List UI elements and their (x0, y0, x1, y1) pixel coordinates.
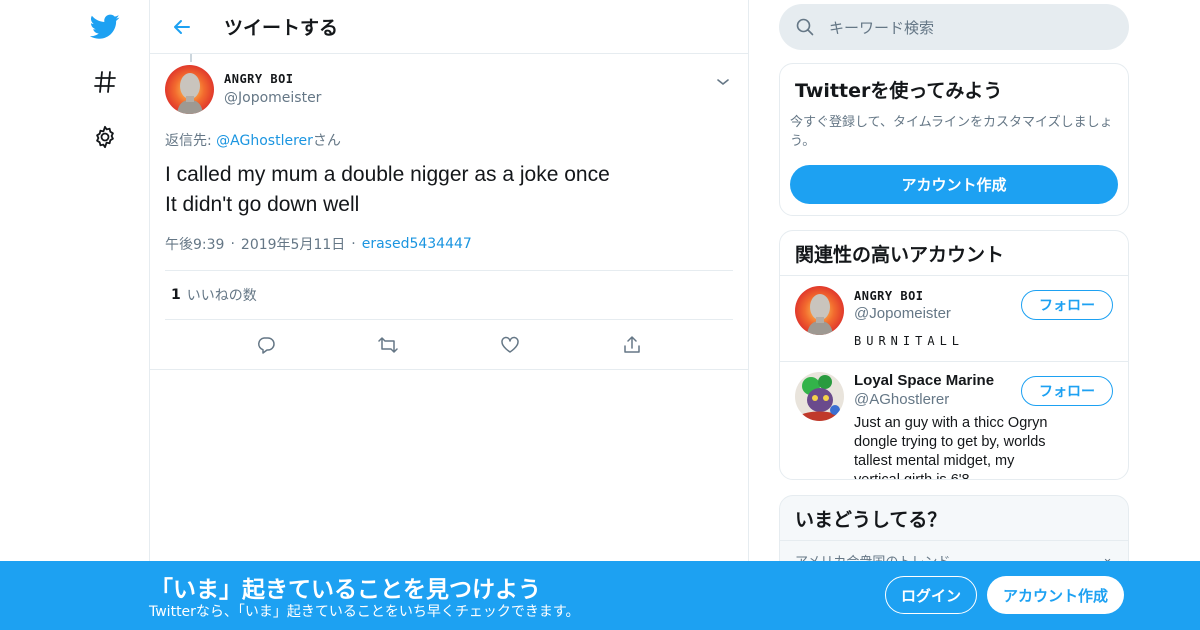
create-account-button[interactable]: アカウント作成 (790, 165, 1118, 204)
avatar[interactable] (795, 372, 844, 421)
reply-suffix: さん (312, 133, 341, 149)
follow-button[interactable]: フォロー (1021, 376, 1113, 406)
meta-separator: · (230, 236, 235, 252)
signup-button[interactable]: アカウント作成 (987, 576, 1124, 614)
tweet-stats[interactable]: 1 いいねの数 (165, 270, 733, 320)
signup-title: Twitterを使ってみよう (795, 80, 1003, 102)
share-icon[interactable] (612, 325, 652, 365)
tweet-text: I called my mum a double nigger as a jok… (165, 160, 733, 220)
divider (150, 369, 748, 370)
reply-icon[interactable] (246, 325, 286, 365)
main-header: ツイートする (150, 0, 748, 54)
thread-line (190, 54, 192, 62)
hashtag-icon[interactable] (85, 62, 125, 102)
back-arrow-icon[interactable] (162, 7, 202, 47)
chevron-down-icon[interactable] (713, 72, 733, 92)
search-input[interactable]: キーワード検索 (779, 4, 1129, 50)
tweet-actions (165, 320, 733, 369)
display-name[interactable]: ANGRY BOI (224, 72, 321, 86)
trends-title: いまどうしてる？ (795, 508, 947, 531)
follow-button[interactable]: フォロー (1021, 290, 1113, 320)
account-bio: BURNITALL (854, 334, 965, 348)
tweet: ANGRY BOI @Jopomeister 返信先: @AGhostlerer… (150, 54, 748, 369)
reply-prefix: 返信先: (165, 133, 217, 149)
like-count: 1 (171, 287, 181, 303)
related-accounts-card: 関連性の高いアカウント ANGRY BOI @Jopomeister BURNI… (779, 230, 1129, 480)
like-count-label: いいねの数 (186, 288, 257, 304)
tweet-source-link[interactable]: erased5434447 (362, 236, 472, 252)
banner-subtitle: Twitterなら、「いま」起きていることをいち早くチェックできます。 (149, 604, 580, 620)
tweet-text-line-1: I called my mum a double nigger as a jok… (165, 163, 610, 186)
avatar[interactable] (795, 286, 844, 335)
login-button[interactable]: ログイン (885, 576, 977, 614)
retweet-icon[interactable] (368, 325, 408, 365)
heart-icon[interactable] (490, 325, 530, 365)
gear-icon[interactable] (85, 117, 125, 157)
main-column: ツイートする ANGRY BOI @Jopomeister 返信先: @AGho… (149, 0, 749, 630)
tweet-time[interactable]: 午後9:39 (165, 234, 224, 254)
tweet-text-line-2: It didn't go down well (165, 193, 360, 216)
banner-title: 「いま」起きていることを見つけよう (150, 577, 541, 603)
signup-description: 今すぐ登録して、タイムラインをカスタマイズしましょう。 (790, 115, 1113, 149)
search-placeholder: キーワード検索 (829, 18, 935, 37)
twitter-bird-icon[interactable] (85, 7, 125, 47)
bottom-banner: 「いま」起きていることを見つけよう Twitterなら、「いま」起きていることを… (0, 561, 1200, 630)
reply-mention-link[interactable]: @AGhostlerer (216, 133, 313, 149)
right-sidebar: キーワード検索 Twitterを使ってみよう 今すぐ登録して、タイムラインをカス… (779, 0, 1129, 575)
reply-to: 返信先: @AGhostlererさん (165, 130, 733, 150)
signup-card: Twitterを使ってみよう 今すぐ登録して、タイムラインをカスタマイズしましょ… (779, 63, 1129, 216)
user-handle[interactable]: @Jopomeister (224, 90, 321, 106)
related-title: 関連性の高いアカウント (795, 243, 1005, 266)
tweet-author[interactable]: ANGRY BOI @Jopomeister (165, 54, 733, 114)
account-item[interactable]: ANGRY BOI @Jopomeister BURNITALL フォロー (780, 276, 1128, 362)
account-item[interactable]: Loyal Space Marine @AGhostlerer Just an … (780, 362, 1128, 480)
search-icon (796, 18, 814, 36)
account-bio: Just an guy with a thicc Ogryn dongle tr… (854, 415, 1048, 480)
tweet-date[interactable]: 2019年5月11日 (241, 234, 345, 254)
avatar[interactable] (165, 64, 214, 114)
tweet-meta: 午後9:39 · 2019年5月11日 · erased5434447 (165, 234, 733, 254)
meta-separator: · (351, 236, 356, 252)
page-title: ツイートする (224, 17, 339, 39)
